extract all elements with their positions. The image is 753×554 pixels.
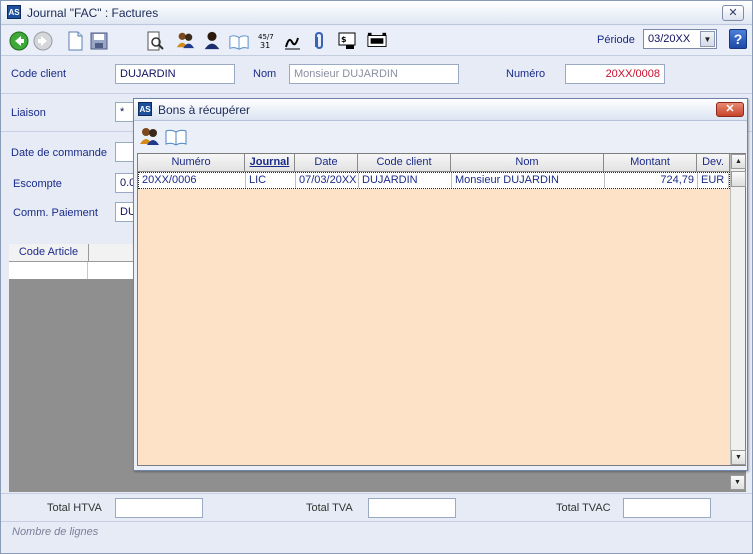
cell-journal: LIC <box>246 173 296 188</box>
total-htva-field <box>115 498 203 518</box>
dialog-title-bar: AS Bons à récupérer ✕ <box>134 99 747 121</box>
dialog-close-button[interactable]: ✕ <box>716 102 744 117</box>
customers-icon[interactable] <box>138 125 160 147</box>
cell-code-client: DUJARDIN <box>359 173 452 188</box>
dialog-app-icon: AS <box>138 102 152 116</box>
col-montant-header[interactable]: Montant <box>604 154 697 172</box>
code-article-header[interactable]: Code Article <box>9 244 89 262</box>
code-client-input[interactable]: DUJARDIN <box>115 64 235 84</box>
numero-input[interactable]: 20XX/0008 <box>565 64 665 84</box>
signature-icon[interactable] <box>283 32 303 52</box>
chevron-down-icon[interactable]: ▼ <box>700 31 715 47</box>
escompte-label: Escompte <box>13 178 62 190</box>
table-scrollbar[interactable]: ▲ ▼ <box>730 154 746 465</box>
cell-nom: Monsieur DUJARDIN <box>452 173 605 188</box>
app-icon: AS <box>7 5 21 19</box>
total-tva-field <box>368 498 456 518</box>
new-document-icon[interactable] <box>65 31 85 51</box>
svg-text:31: 31 <box>260 41 270 50</box>
periode-value: 03/20XX <box>648 33 691 45</box>
table-row[interactable]: 20XX/0006 LIC 07/03/20XX DUJARDIN Monsie… <box>138 172 730 189</box>
separator <box>1 493 752 494</box>
svg-text:45/7: 45/7 <box>258 33 274 41</box>
open-book-icon[interactable] <box>165 128 187 146</box>
title-bar: AS Journal "FAC" : Factures ✕ <box>1 1 752 25</box>
col-journal-header[interactable]: Journal <box>245 154 295 172</box>
total-tvac-label: Total TVAC <box>556 502 611 514</box>
cell-date: 07/03/20XX <box>296 173 359 188</box>
open-book-icon[interactable] <box>229 32 249 52</box>
total-tva-label: Total TVA <box>306 502 353 514</box>
liaison-label: Liaison <box>11 107 46 119</box>
bons-table: Numéro Journal Date Code client Nom Mont… <box>137 153 746 466</box>
cell-dev: EUR <box>698 173 729 188</box>
status-text: Nombre de lignes <box>12 526 99 538</box>
periode-label: Période <box>597 34 635 46</box>
col-nom-header[interactable]: Nom <box>451 154 604 172</box>
col-date-header[interactable]: Date <box>295 154 358 172</box>
numero-label: Numéro <box>506 68 546 80</box>
window-close-button[interactable]: ✕ <box>722 5 744 21</box>
cell-montant: 724,79 <box>605 173 698 188</box>
separator <box>1 521 752 522</box>
calendar-icon[interactable]: 45/731 <box>257 31 277 51</box>
total-tvac-field <box>623 498 711 518</box>
help-button[interactable]: ? <box>729 29 747 49</box>
toolbar: 45/7 31 $ Période 03/20XX ▼ ? <box>1 26 752 56</box>
customer-icon[interactable] <box>202 30 222 50</box>
scanner-icon[interactable] <box>367 31 387 51</box>
comm-paiement-label: Comm. Paiement <box>13 207 98 219</box>
periode-select[interactable]: 03/20XX ▼ <box>643 29 717 49</box>
scroll-thumb[interactable] <box>731 171 746 187</box>
paperclip-icon[interactable] <box>309 31 329 51</box>
scroll-down-button[interactable]: ▼ <box>731 450 746 465</box>
back-arrow-icon[interactable] <box>9 31 29 51</box>
total-htva-label: Total HTVA <box>47 502 102 514</box>
window-title: Journal "FAC" : Factures <box>27 6 159 20</box>
nom-label: Nom <box>253 68 277 80</box>
scroll-up-button[interactable]: ▲ <box>731 154 746 169</box>
col-numero-header[interactable]: Numéro <box>138 154 245 172</box>
main-window: AS Journal "FAC" : Factures ✕ 45/7 31 $ … <box>0 0 753 554</box>
bons-dialog: AS Bons à récupérer ✕ Numéro Journal Dat… <box>133 98 748 471</box>
date-commande-label: Date de commande <box>11 147 107 159</box>
customers-icon[interactable] <box>175 30 195 50</box>
code-client-label: Code client <box>11 68 67 80</box>
dialog-title: Bons à récupérer <box>158 103 251 117</box>
separator <box>1 93 752 94</box>
print-preview-icon[interactable] <box>145 31 165 51</box>
col-dev-header[interactable]: Dev. <box>697 154 730 172</box>
svg-text:$: $ <box>341 35 347 44</box>
nom-input[interactable]: Monsieur DUJARDIN <box>289 64 459 84</box>
forward-arrow-icon[interactable] <box>33 31 53 51</box>
stamp-icon[interactable]: $ <box>337 31 357 51</box>
lines-scroll-down[interactable]: ▼ <box>730 475 745 490</box>
save-disk-icon[interactable] <box>89 31 109 51</box>
cell-divider <box>87 262 88 279</box>
cell-numero: 20XX/0006 <box>139 173 246 188</box>
col-code-client-header[interactable]: Code client <box>358 154 451 172</box>
